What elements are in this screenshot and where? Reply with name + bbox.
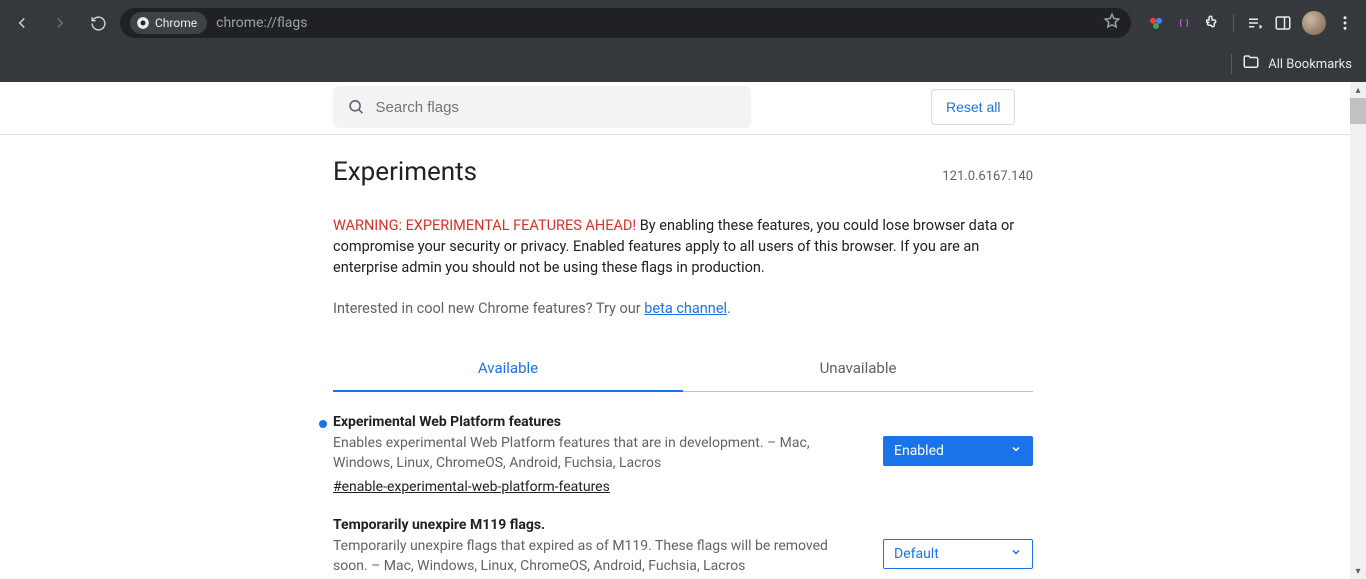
flag-select[interactable]: Enabled [883,436,1033,466]
interest-paragraph: Interested in cool new Chrome features? … [333,300,1033,317]
search-flags-box[interactable] [333,86,751,128]
version-label: 121.0.6167.140 [942,169,1033,184]
tabs: Available Unavailable [333,347,1033,392]
flag-title: Experimental Web Platform features [333,414,863,430]
folder-icon [1242,53,1260,75]
scrollbar-thumb[interactable] [1350,98,1366,124]
flag-anchor-link[interactable]: #enable-experimental-web-platform-featur… [333,479,610,495]
search-icon [347,97,366,117]
extensions-puzzle-icon[interactable] [1203,14,1221,32]
flag-row: Experimental Web Platform features Enable… [333,392,1033,495]
warning-prefix: WARNING: EXPERIMENTAL FEATURES AHEAD! [333,217,636,234]
reload-button[interactable] [82,7,114,39]
address-bar[interactable]: Chrome chrome://flags [120,8,1131,38]
media-control-icon[interactable] [1246,14,1264,32]
back-button[interactable] [6,7,38,39]
bookmark-star-icon[interactable] [1103,12,1121,34]
bookmarks-divider [1231,54,1232,74]
site-chip-label: Chrome [155,16,197,30]
flag-row: Temporarily unexpire M119 flags. Temporar… [333,495,1033,579]
scroll-up-arrow[interactable]: ▴ [1350,82,1366,98]
all-bookmarks-link[interactable]: All Bookmarks [1268,57,1352,72]
flags-list: Experimental Web Platform features Enable… [333,392,1033,579]
flag-title: Temporarily unexpire M119 flags. [333,517,863,533]
scroll-down-arrow[interactable]: ▾ [1350,563,1366,579]
toolbar-right [1137,11,1360,35]
profile-avatar[interactable] [1302,11,1326,35]
warning-paragraph: WARNING: EXPERIMENTAL FEATURES AHEAD! By… [333,215,1033,278]
bookmarks-bar: All Bookmarks [0,46,1366,82]
chrome-icon [136,16,150,30]
tab-available[interactable]: Available [333,347,683,391]
page-viewport: ▴ ▾ Reset all Experiments 121.0.6167.140… [0,82,1366,579]
tab-unavailable[interactable]: Unavailable [683,347,1033,391]
main-content: Experiments 121.0.6167.140 WARNING: EXPE… [333,135,1033,579]
page-title: Experiments [333,157,477,187]
search-reset-row: Reset all [0,82,1366,135]
extension-colorful-icon[interactable] [1147,14,1165,32]
search-input[interactable] [376,99,737,116]
reset-all-button[interactable]: Reset all [931,89,1015,125]
toolbar-divider [1233,14,1234,32]
scrollbar-track[interactable]: ▴ ▾ [1350,82,1366,579]
flag-select[interactable]: Default [883,539,1033,569]
side-panel-icon[interactable] [1274,14,1292,32]
url-text: chrome://flags [216,15,307,31]
kebab-menu-icon[interactable] [1336,14,1354,32]
flag-select-value: Default [894,546,939,562]
beta-channel-link[interactable]: beta channel [644,300,727,317]
flag-select-value: Enabled [894,443,944,459]
extension-brackets-icon[interactable] [1175,16,1193,30]
site-chip: Chrome [130,12,207,34]
modified-dot-icon [319,420,327,428]
flag-description: Enables experimental Web Platform featur… [333,434,863,473]
toolbar: Chrome chrome://flags [0,0,1366,46]
flag-description: Temporarily unexpire flags that expired … [333,537,863,576]
interest-text: Interested in cool new Chrome features? … [333,300,644,317]
header-row: Experiments 121.0.6167.140 [333,157,1033,187]
interest-suffix: . [727,300,731,317]
browser-chrome: Chrome chrome://flags [0,0,1366,82]
forward-button[interactable] [44,7,76,39]
chevron-down-icon [1010,443,1022,459]
chevron-down-icon [1010,546,1022,562]
